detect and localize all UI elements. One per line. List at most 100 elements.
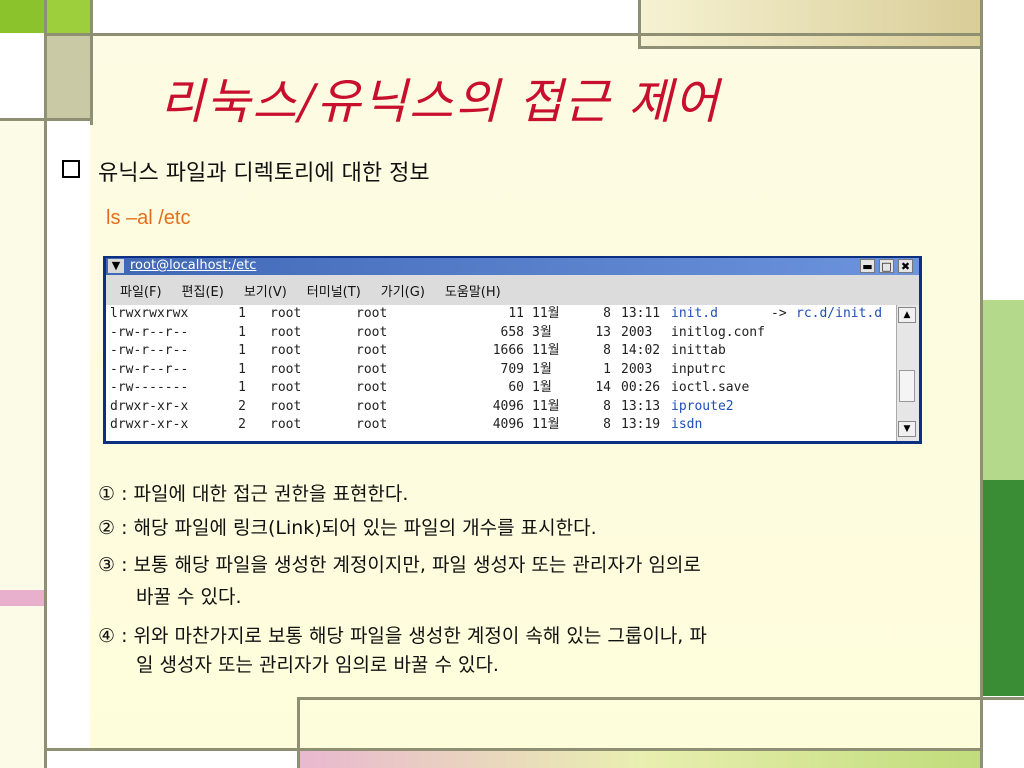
tan-top-block	[640, 0, 980, 48]
listing-name: inittab	[671, 343, 726, 358]
listing-day: 8	[603, 417, 611, 432]
listing-month: 11월	[532, 417, 560, 432]
note-3: ③ : 보통 해당 파일을 생성한 계정이지만, 파일 생성자 또는 관리자가 …	[98, 554, 701, 576]
listing-time: 00:26	[621, 380, 661, 395]
listing-target: rc.d/init.d	[796, 306, 883, 321]
note-2: ② : 해당 파일에 링크(Link)되어 있는 파일의 개수를 표시한다.	[98, 517, 597, 539]
listing-month: 1월	[532, 361, 552, 377]
listing-size: 60	[508, 380, 524, 395]
bottom-gradient-strip	[298, 750, 982, 768]
listing-links: 2	[238, 417, 246, 432]
menu-terminal[interactable]: 터미널(T)	[307, 281, 361, 300]
listing-day: 8	[603, 306, 611, 321]
listing-size: 1666	[492, 343, 524, 358]
listing-name: iproute2	[671, 398, 734, 414]
listing-owner: root	[270, 324, 302, 340]
listing-row: drwxr-xr-x 2 root root 4096 11월 8 13:13 iproute2	[106, 398, 896, 417]
frame-line	[0, 118, 93, 121]
listing-time: 13:19	[621, 417, 661, 432]
listing-day: 8	[603, 343, 611, 358]
listing-perm: -rw-r--r--	[110, 361, 189, 377]
listing-time: 14:02	[621, 343, 661, 358]
listing-size: 709	[500, 361, 524, 377]
listing-size: 4096	[492, 417, 524, 432]
listing-links: 1	[238, 380, 246, 395]
frame-line	[297, 697, 1024, 700]
listing-month: 11월	[532, 306, 560, 321]
listing-group: root	[356, 380, 388, 395]
listing-month: 3월	[532, 324, 552, 340]
listing-row: -rw-r--r-- 1 root root 709 1월 1 2003 inputrc	[106, 361, 896, 380]
green-corner-block-dark	[0, 0, 44, 33]
listing-group: root	[356, 324, 388, 340]
grey-block	[44, 33, 90, 119]
listing-links: 1	[238, 324, 246, 340]
listing-row: drwxr-xr-x 2 root root 4096 11월 8 13:19 isdn	[106, 416, 896, 435]
listing-perm: drwxr-xr-x	[110, 417, 189, 432]
listing-links: 1	[238, 306, 246, 321]
scroll-down-icon[interactable]: ▼	[898, 421, 916, 437]
listing-row: -rw-r--r-- 1 root root 658 3월 13 2003 initlog.co…	[106, 324, 896, 343]
listing-time: 13:13	[621, 398, 661, 414]
listing-owner: root	[270, 361, 302, 377]
listing-group: root	[356, 417, 388, 432]
pink-strip	[0, 590, 44, 606]
frame-line	[44, 748, 980, 751]
listing-links: 1	[238, 343, 246, 358]
note-3-cont: 바꿀 수 있다.	[136, 586, 242, 608]
maximize-button[interactable]: □	[879, 259, 894, 273]
white-block	[0, 33, 44, 119]
listing-name: init.d	[671, 306, 718, 321]
menu-file[interactable]: 파일(F)	[120, 281, 162, 300]
menu-go[interactable]: 가기(G)	[381, 281, 425, 300]
listing-row: lrwxrwxrwx 1 root root 11 11월 8 13:11 init.d -> rc…	[106, 305, 896, 324]
listing-day: 1	[603, 361, 611, 377]
listing-owner: root	[270, 343, 302, 358]
terminal-output[interactable]: lrwxrwxrwx 1 root root 11 11월 8 13:11 init.d -> rc…	[106, 305, 896, 441]
menu-help[interactable]: 도움말(H)	[445, 281, 501, 300]
bullet-square-icon	[62, 160, 80, 178]
listing-time: 2003	[621, 324, 653, 340]
listing-owner: root	[270, 380, 302, 395]
listing-name: ioctl.save	[671, 380, 750, 395]
light-green-right-block	[982, 300, 1024, 480]
frame-line	[44, 0, 47, 768]
listing-size: 11	[508, 306, 524, 321]
listing-links: 1	[238, 361, 246, 377]
listing-perm: -rw-r--r--	[110, 324, 189, 340]
command-text: ls –al /etc	[106, 207, 191, 229]
scroll-up-icon[interactable]: ▲	[898, 307, 916, 323]
listing-size: 4096	[492, 398, 524, 414]
window-title: root@localhost:/etc	[130, 258, 257, 273]
listing-time: 13:11	[621, 306, 661, 321]
listing-link-arrow: ->	[771, 306, 787, 321]
listing-name: isdn	[671, 417, 703, 432]
menu-edit[interactable]: 편집(E)	[182, 281, 224, 300]
listing-group: root	[356, 361, 388, 377]
listing-month: 11월	[532, 343, 560, 358]
frame-line	[638, 46, 980, 49]
listing-owner: root	[270, 398, 302, 414]
listing-name: initlog.conf	[671, 324, 765, 340]
frame-line	[297, 698, 300, 768]
frame-line	[90, 0, 93, 125]
listing-day: 8	[603, 398, 611, 414]
listing-group: root	[356, 306, 388, 321]
frame-line	[638, 0, 641, 48]
listing-month: 1월	[532, 380, 552, 395]
listing-perm: lrwxrwxrwx	[110, 306, 189, 321]
listing-time: 2003	[621, 361, 653, 377]
close-button[interactable]: ✖	[898, 259, 913, 273]
scroll-thumb[interactable]	[899, 370, 915, 402]
menu-view[interactable]: 보기(V)	[244, 281, 287, 300]
listing-group: root	[356, 398, 388, 414]
right-strip	[982, 0, 1024, 300]
slide-title: 리눅스/유닉스의 접근 제어	[160, 74, 721, 130]
note-4: ④ : 위와 마찬가지로 보통 해당 파일을 생성한 계정이 속해 있는 그룹이…	[98, 625, 707, 647]
listing-size: 658	[500, 324, 524, 340]
minimize-button[interactable]: ▬	[860, 259, 875, 273]
menu-bar: 파일(F) 편집(E) 보기(V) 터미널(T) 가기(G) 도움말(H)	[106, 275, 919, 305]
listing-perm: drwxr-xr-x	[110, 398, 189, 414]
window-menu-icon[interactable]: ▼	[108, 259, 124, 273]
listing-name: inputrc	[671, 361, 726, 377]
